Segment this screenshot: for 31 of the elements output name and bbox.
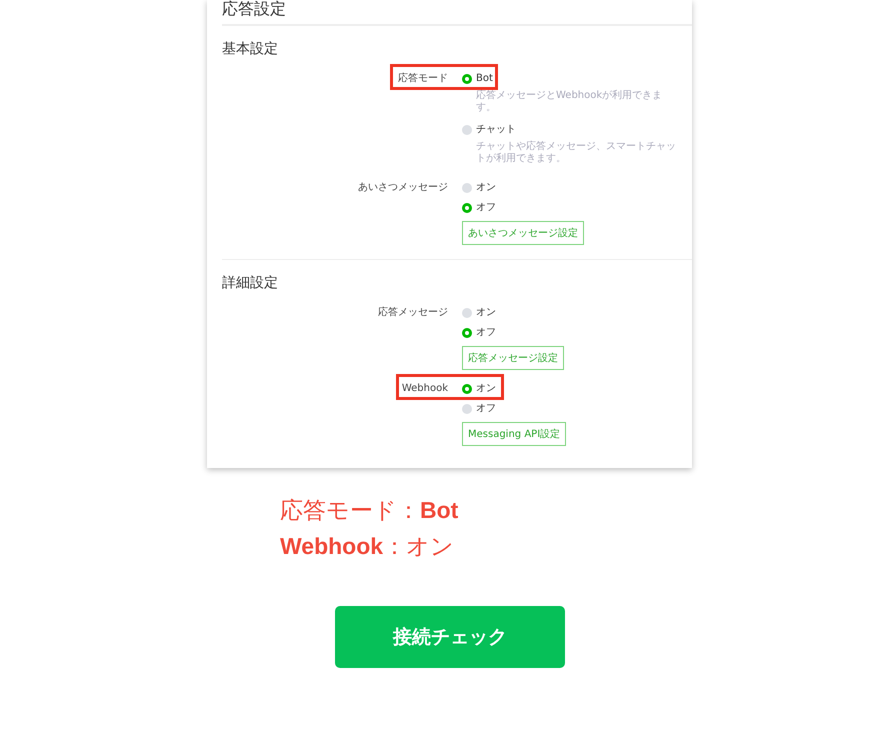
radio-button[interactable]: [462, 404, 472, 414]
option-label: オフ: [476, 201, 496, 215]
radio-button[interactable]: [462, 202, 472, 212]
settings-button[interactable]: 応答メッセージ設定: [462, 346, 564, 370]
option-label: オン: [476, 306, 496, 320]
option-note: チャットや応答メッセージ、スマートチャットが利用できます。: [476, 141, 677, 165]
summary-line: Webhook：オン: [280, 532, 456, 561]
section-title: 詳細設定: [222, 274, 279, 292]
option-note: 応答メッセージとWebhookが利用できます。: [476, 90, 664, 114]
setting-label: 応答モード: [398, 72, 448, 86]
settings-button[interactable]: あいさつメッセージ設定: [462, 221, 584, 245]
option-label: Bot: [476, 72, 493, 86]
radio-button[interactable]: [462, 308, 472, 318]
connection-check-button[interactable]: 接続チェック: [335, 606, 565, 668]
setting-label: あいさつメッセージ: [358, 181, 448, 195]
panel-title: 応答設定: [222, 0, 692, 26]
setting-label: Webhook: [402, 382, 448, 396]
radio-button[interactable]: [462, 328, 472, 338]
option-label: オン: [476, 181, 496, 195]
radio-button[interactable]: [462, 124, 472, 134]
option-label: オン: [476, 382, 496, 396]
settings-button[interactable]: Messaging API設定: [462, 422, 566, 446]
option-label: オフ: [476, 402, 496, 416]
summary-line: 応答モード：Bot: [280, 496, 460, 525]
radio-button[interactable]: [462, 182, 472, 192]
radio-button[interactable]: [462, 74, 472, 84]
option-label: チャット: [476, 123, 516, 137]
radio-button[interactable]: [462, 384, 472, 394]
setting-label: 応答メッセージ: [378, 306, 448, 320]
section-title: 基本設定: [222, 40, 279, 58]
option-label: オフ: [476, 326, 496, 340]
